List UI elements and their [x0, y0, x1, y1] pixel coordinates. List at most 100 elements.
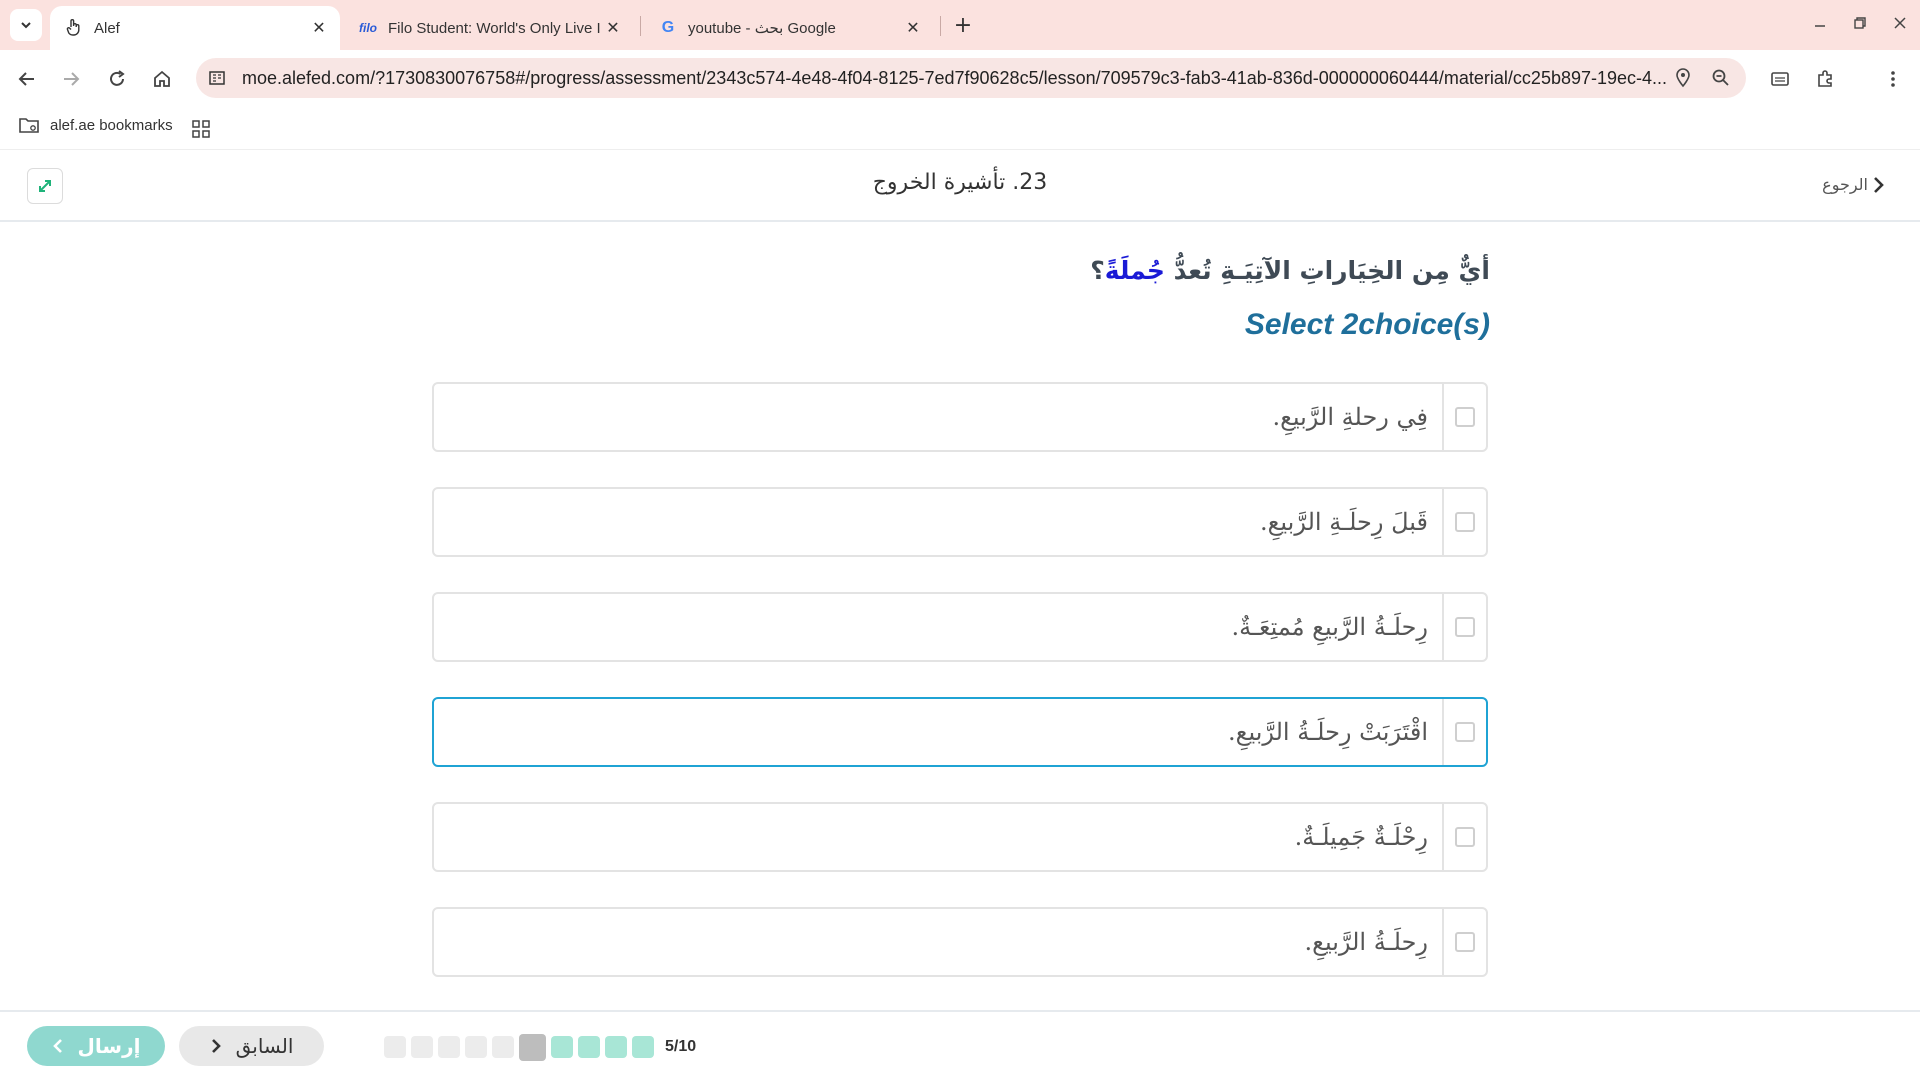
home-icon	[154, 70, 170, 87]
option-text: اقْتَرَبَتْ رِحلَـةُ الرَّبيعِ.	[1228, 718, 1428, 746]
option-checkbox-cell[interactable]	[1442, 699, 1486, 765]
home-button[interactable]	[147, 64, 177, 94]
checkbox[interactable]	[1455, 407, 1475, 427]
checkbox[interactable]	[1455, 617, 1475, 637]
fullscreen-button[interactable]	[27, 168, 63, 204]
tab-alef[interactable]: Alef ✕	[50, 6, 340, 50]
folder-icon	[18, 116, 40, 134]
checkbox[interactable]	[1455, 827, 1475, 847]
google-logo-icon: G	[661, 19, 675, 36]
address-bar[interactable]: moe.alefed.com/?1730830076758#/progress/…	[196, 58, 1746, 98]
answer-option-2[interactable]: قَبلَ رِحلَـةِ الرَّبيعِ.	[432, 487, 1488, 557]
browser-tab-bar: Alef ✕ filo Filo Student: World's Only L…	[0, 0, 1920, 50]
option-text: قَبلَ رِحلَـةِ الرَّبيعِ.	[1260, 508, 1428, 536]
reload-button[interactable]	[102, 64, 132, 94]
question-text-part: أيٌّ مِن الخِيَاراتِ الآتِيَـةِ تُعدُّ	[1164, 256, 1490, 285]
arrow-right-icon	[64, 72, 80, 86]
option-checkbox-cell[interactable]	[1442, 804, 1486, 870]
progress-dot-5[interactable]	[492, 1036, 514, 1058]
checkbox[interactable]	[1455, 722, 1475, 742]
tab-separator	[940, 16, 941, 36]
back-label: الرجوع	[1822, 175, 1868, 194]
tab-filo[interactable]: filo Filo Student: World's Only Live I ✕	[344, 6, 634, 50]
assessment-footer: إرسال السابق 5/10	[0, 1010, 1920, 1080]
option-text: رِحْلَـةٌ جَمِيلَـةٌ.	[1294, 823, 1428, 851]
checkbox[interactable]	[1455, 512, 1475, 532]
site-info-icon[interactable]	[208, 69, 228, 87]
tab-title: Filo Student: World's Only Live I	[388, 19, 601, 37]
chevron-right-icon	[1874, 176, 1884, 193]
question-text: أيٌّ مِن الخِيَاراتِ الآتِيَـةِ تُعدُّ ج…	[1090, 256, 1490, 285]
previous-label: السابق	[235, 1034, 294, 1058]
question-progress: 5/10	[384, 1033, 697, 1061]
progress-count: 5/10	[665, 1038, 697, 1055]
back-link[interactable]: الرجوع	[1822, 175, 1886, 194]
option-checkbox-cell[interactable]	[1442, 384, 1486, 450]
progress-dot-3[interactable]	[438, 1036, 460, 1058]
extensions-icon[interactable]	[1810, 64, 1840, 94]
answer-option-3[interactable]: رِحلَـةُ الرَّبيعِ مُمتِعَـةٌ.	[432, 592, 1488, 662]
previous-button[interactable]: السابق	[179, 1026, 324, 1066]
restore-button[interactable]	[1845, 10, 1875, 36]
browser-toolbar: moe.alefed.com/?1730830076758#/progress/…	[0, 50, 1920, 106]
option-checkbox-cell[interactable]	[1442, 594, 1486, 660]
tab-title: Alef	[94, 19, 120, 37]
bookmark-folder-alef[interactable]: alef.ae bookmarks	[18, 116, 173, 134]
progress-dot-2[interactable]	[411, 1036, 433, 1058]
chevron-down-icon	[21, 22, 31, 29]
checkbox[interactable]	[1455, 932, 1475, 952]
tab-google[interactable]: G youtube - بحث Google ✕	[644, 6, 934, 50]
minimize-icon	[1815, 25, 1825, 27]
answer-option-4[interactable]: اقْتَرَبَتْ رِحلَـةُ الرَّبيعِ.	[432, 697, 1488, 767]
close-icon	[1894, 17, 1906, 29]
answer-option-1[interactable]: فِي رحلةِ الرَّبيعِ.	[432, 382, 1488, 452]
close-window-button[interactable]	[1885, 10, 1915, 36]
url-text: moe.alefed.com/?1730830076758#/progress/…	[242, 67, 1668, 88]
selection-instruction: Select 2choice(s)	[1244, 308, 1490, 341]
arrow-left-icon	[18, 72, 34, 86]
question-mark: ؟	[1090, 256, 1105, 285]
progress-dot-1[interactable]	[384, 1036, 406, 1058]
chevron-right-icon	[211, 1039, 221, 1053]
forward-button[interactable]	[56, 64, 86, 94]
option-text: فِي رحلةِ الرَّبيعِ.	[1272, 403, 1428, 431]
close-icon[interactable]: ✕	[308, 17, 330, 39]
answer-option-6[interactable]: رِحلَـةُ الرَّبيعِ.	[432, 907, 1488, 977]
question-highlight: جُملَةً	[1104, 256, 1165, 285]
menu-dots-icon[interactable]	[1878, 64, 1908, 94]
option-checkbox-cell[interactable]	[1442, 909, 1486, 975]
filo-logo-icon: filo	[359, 21, 377, 35]
back-button[interactable]	[12, 64, 42, 94]
zoom-icon[interactable]	[1708, 65, 1734, 91]
restore-icon	[1854, 17, 1866, 29]
reload-icon	[110, 70, 125, 86]
tab-separator	[640, 16, 641, 36]
minimize-button[interactable]	[1805, 10, 1835, 36]
progress-dot-8[interactable]	[578, 1036, 600, 1058]
progress-dots	[384, 1033, 654, 1061]
hand-icon	[64, 18, 84, 39]
close-icon[interactable]: ✕	[602, 17, 624, 39]
chevron-left-icon	[52, 1039, 62, 1053]
close-icon[interactable]: ✕	[902, 17, 924, 39]
progress-dot-7[interactable]	[551, 1036, 573, 1058]
answer-option-5[interactable]: رِحْلَـةٌ جَمِيلَـةٌ.	[432, 802, 1488, 872]
option-checkbox-cell[interactable]	[1442, 489, 1486, 555]
progress-dot-4[interactable]	[465, 1036, 487, 1058]
bookmarks-bar: alef.ae bookmarks	[0, 106, 1920, 150]
progress-dot-10[interactable]	[632, 1036, 654, 1058]
expand-icon	[39, 180, 51, 192]
progress-dot-9[interactable]	[605, 1036, 627, 1058]
plus-icon: +	[953, 12, 973, 38]
new-tab-button[interactable]: +	[950, 12, 976, 38]
submit-button[interactable]: إرسال	[27, 1026, 165, 1066]
page-title: 23. تأشيرة الخروج	[872, 170, 1048, 195]
cast-icon[interactable]	[1765, 64, 1795, 94]
bookmark-label: alef.ae bookmarks	[50, 116, 173, 134]
progress-dot-6[interactable]	[519, 1033, 546, 1061]
option-text: رِحلَـةُ الرَّبيعِ مُمتِعَـةٌ.	[1231, 613, 1428, 641]
location-icon[interactable]	[1670, 65, 1696, 91]
tab-title: youtube - بحث Google	[688, 20, 836, 37]
tab-search-button[interactable]	[10, 9, 42, 41]
apps-grid-icon[interactable]	[190, 118, 212, 140]
